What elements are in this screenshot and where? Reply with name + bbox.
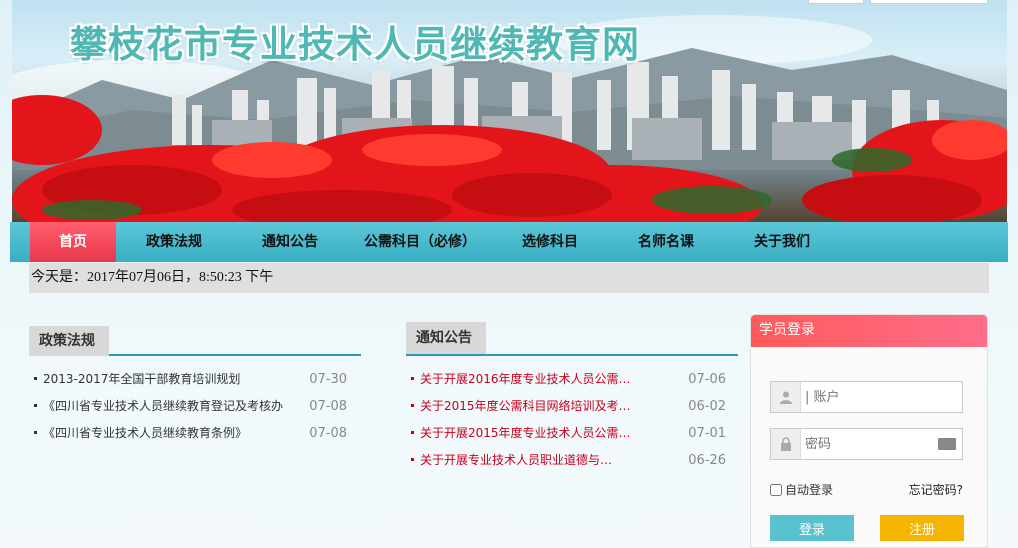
list-item-title[interactable]: 关于开展2015年度专业技术人员公需…: [406, 420, 631, 447]
nav-item-notice[interactable]: 通知公告: [232, 222, 348, 262]
policy-panel-title[interactable]: 政策法规: [29, 326, 109, 356]
forgot-password-link[interactable]: 忘记密码?: [909, 481, 963, 498]
policy-list: 2013-2017年全国干部教育培训规划 07-30 《四川省专业技术人员继续教…: [29, 366, 361, 447]
main-nav: 首页 政策法规 通知公告 公需科目（必修） 选修科目 名师名课 关于我们: [10, 222, 1008, 262]
banner: 攀枝花市专业技术人员继续教育网: [12, 0, 1007, 222]
nav-item-famous-teachers[interactable]: 名师名课: [608, 222, 724, 262]
top-links: [808, 0, 988, 4]
notice-panel: 通知公告 关于开展2016年度专业技术人员公需… 07-06 关于2015年度公…: [406, 322, 738, 474]
policy-panel: 政策法规 2013-2017年全国干部教育培训规划 07-30 《四川省专业技术…: [29, 322, 361, 447]
top-link-1[interactable]: [808, 0, 864, 4]
nav-item-home[interactable]: 首页: [30, 222, 116, 262]
date-bar: 今天是：2017年07月06日，8:50:23 下午: [29, 263, 989, 293]
auto-login-label: 自动登录: [785, 483, 834, 497]
password-input[interactable]: [805, 433, 925, 455]
nav-item-elective[interactable]: 选修科目: [492, 222, 608, 262]
list-item[interactable]: 关于开展专业技术人员职业道德与… 06-26: [406, 447, 738, 474]
auto-login[interactable]: 自动登录: [770, 481, 833, 498]
auto-login-checkbox[interactable]: [770, 483, 782, 496]
lock-icon: [771, 429, 801, 459]
list-item-date: 07-08: [309, 426, 347, 441]
list-item-date: 06-02: [688, 399, 726, 414]
list-item-date: 07-30: [309, 372, 347, 387]
list-item-date: 07-08: [309, 399, 347, 414]
list-item-title[interactable]: 关于开展2016年度专业技术人员公需…: [406, 366, 631, 393]
policy-panel-head: 政策法规: [29, 322, 361, 356]
account-field[interactable]: [770, 381, 963, 413]
login-button[interactable]: 登录: [770, 515, 854, 541]
list-item-title[interactable]: 关于2015年度公需科目网络培训及考…: [406, 393, 631, 420]
list-item-title[interactable]: 关于开展专业技术人员职业道德与…: [406, 447, 612, 474]
nav-item-about[interactable]: 关于我们: [724, 222, 840, 262]
login-title: 学员登录: [751, 315, 987, 347]
register-button[interactable]: 注册: [880, 515, 964, 541]
nav-item-policy[interactable]: 政策法规: [116, 222, 232, 262]
list-item-date: 07-06: [688, 372, 726, 387]
list-item[interactable]: 《四川省专业技术人员继续教育条例》 07-08: [29, 420, 361, 447]
site-title: 攀枝花市专业技术人员继续教育网: [70, 23, 640, 66]
list-item[interactable]: 关于2015年度公需科目网络培训及考… 06-02: [406, 393, 738, 420]
list-item[interactable]: 关于开展2015年度专业技术人员公需… 07-01: [406, 420, 738, 447]
nav-item-public-courses[interactable]: 公需科目（必修）: [348, 222, 492, 262]
password-field[interactable]: [770, 428, 963, 460]
user-icon: [771, 382, 801, 412]
keyboard-icon[interactable]: [938, 438, 956, 450]
list-item[interactable]: 2013-2017年全国干部教育培训规划 07-30: [29, 366, 361, 393]
list-item-title[interactable]: 《四川省专业技术人员继续教育登记及考核办: [29, 393, 283, 420]
top-link-2[interactable]: [870, 0, 988, 4]
list-item[interactable]: 《四川省专业技术人员继续教育登记及考核办 07-08: [29, 393, 361, 420]
list-item-title[interactable]: 《四川省专业技术人员继续教育条例》: [29, 420, 247, 447]
list-item-title[interactable]: 2013-2017年全国干部教育培训规划: [29, 366, 240, 393]
list-item[interactable]: 关于开展2016年度专业技术人员公需… 07-06: [406, 366, 738, 393]
list-item-date: 06-26: [688, 453, 726, 468]
login-panel: 学员登录 自动登录 忘记密码? 登录 注册: [750, 314, 988, 548]
list-item-date: 07-01: [688, 426, 726, 441]
notice-list: 关于开展2016年度专业技术人员公需… 07-06 关于2015年度公需科目网络…: [406, 366, 738, 474]
account-input[interactable]: [805, 386, 925, 408]
notice-panel-title[interactable]: 通知公告: [406, 322, 486, 354]
notice-panel-head: 通知公告: [406, 322, 738, 356]
